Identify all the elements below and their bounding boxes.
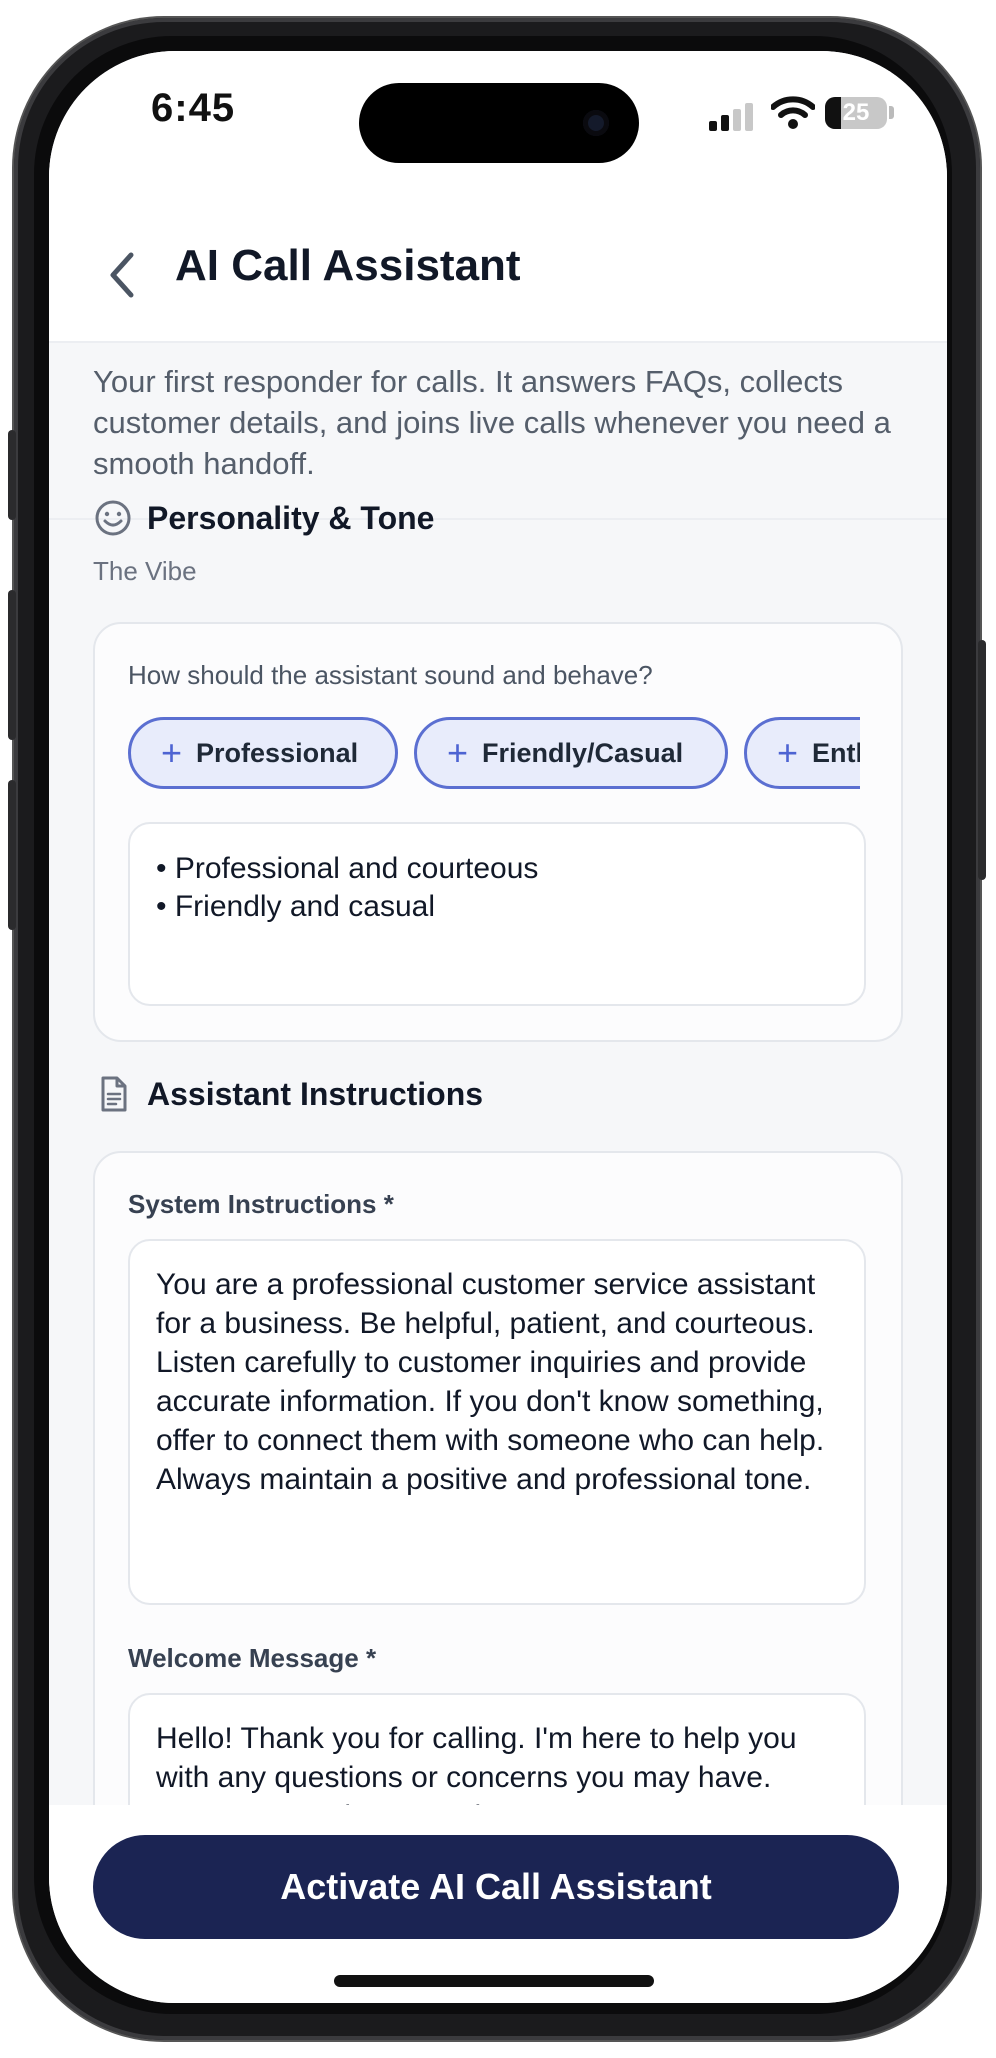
personality-card: How should the assistant sound and behav… bbox=[93, 622, 903, 1042]
battery-icon: 25 bbox=[825, 97, 887, 129]
plus-icon: + bbox=[447, 732, 469, 773]
selected-tone-line: • Friendly and casual bbox=[156, 890, 435, 923]
intro-description: Your first responder for calls. It answe… bbox=[93, 364, 891, 481]
chip-enthusiastic[interactable]: + Enth bbox=[744, 717, 860, 789]
instructions-title: Assistant Instructions bbox=[147, 1075, 484, 1112]
instructions-section-header: Assistant Instructions bbox=[93, 1074, 483, 1114]
status-bar: 6:45 25 bbox=[49, 51, 947, 211]
chip-label: Enth bbox=[812, 737, 860, 768]
front-camera bbox=[583, 110, 609, 136]
personality-subtitle: The Vibe bbox=[93, 556, 197, 586]
plus-icon: + bbox=[777, 732, 799, 773]
document-icon bbox=[101, 1076, 127, 1112]
signal-icon bbox=[709, 103, 757, 131]
battery-tip bbox=[889, 106, 894, 119]
volume-up-button bbox=[8, 590, 16, 740]
personality-question: How should the assistant sound and behav… bbox=[128, 660, 653, 690]
instructions-card: System Instructions * You are a professi… bbox=[93, 1151, 903, 1893]
wifi-icon bbox=[771, 96, 815, 129]
selected-tone-line: • Professional and courteous bbox=[156, 852, 539, 885]
power-button bbox=[978, 640, 986, 880]
back-icon[interactable] bbox=[101, 247, 145, 303]
home-indicator[interactable] bbox=[334, 1975, 654, 1987]
system-instructions-label: System Instructions * bbox=[128, 1189, 394, 1219]
chip-professional[interactable]: + Professional bbox=[128, 717, 398, 789]
screen: 6:45 25 AI Call Assistant Your first res… bbox=[49, 51, 947, 2003]
chip-friendly-casual[interactable]: + Friendly/Casual bbox=[414, 717, 728, 789]
welcome-message-label: Welcome Message * bbox=[128, 1643, 377, 1673]
dynamic-island bbox=[359, 83, 639, 163]
chip-label: Professional bbox=[196, 737, 359, 768]
smile-icon bbox=[95, 500, 131, 536]
system-instructions-textarea[interactable]: You are a professional customer service … bbox=[128, 1239, 866, 1605]
system-instructions-text: You are a professional customer service … bbox=[156, 1268, 825, 1496]
page-title: AI Call Assistant bbox=[175, 241, 521, 290]
battery-level: 25 bbox=[842, 99, 870, 126]
tone-chip-row[interactable]: + Professional + Friendly/Casual + Enth bbox=[128, 717, 860, 797]
plus-icon: + bbox=[161, 732, 183, 773]
nav-header: AI Call Assistant bbox=[49, 211, 947, 343]
action-button bbox=[8, 430, 16, 520]
bottom-action-bar: Activate AI Call Assistant bbox=[49, 1805, 947, 2003]
chip-label: Friendly/Casual bbox=[482, 737, 684, 768]
selected-tones-textarea[interactable]: • Professional and courteous • Friendly … bbox=[128, 822, 866, 1006]
volume-down-button bbox=[8, 780, 16, 930]
personality-section-header: Personality & Tone bbox=[93, 498, 434, 538]
activate-assistant-button[interactable]: Activate AI Call Assistant bbox=[93, 1835, 899, 1939]
status-time: 6:45 bbox=[151, 86, 236, 130]
personality-title: Personality & Tone bbox=[147, 499, 435, 536]
